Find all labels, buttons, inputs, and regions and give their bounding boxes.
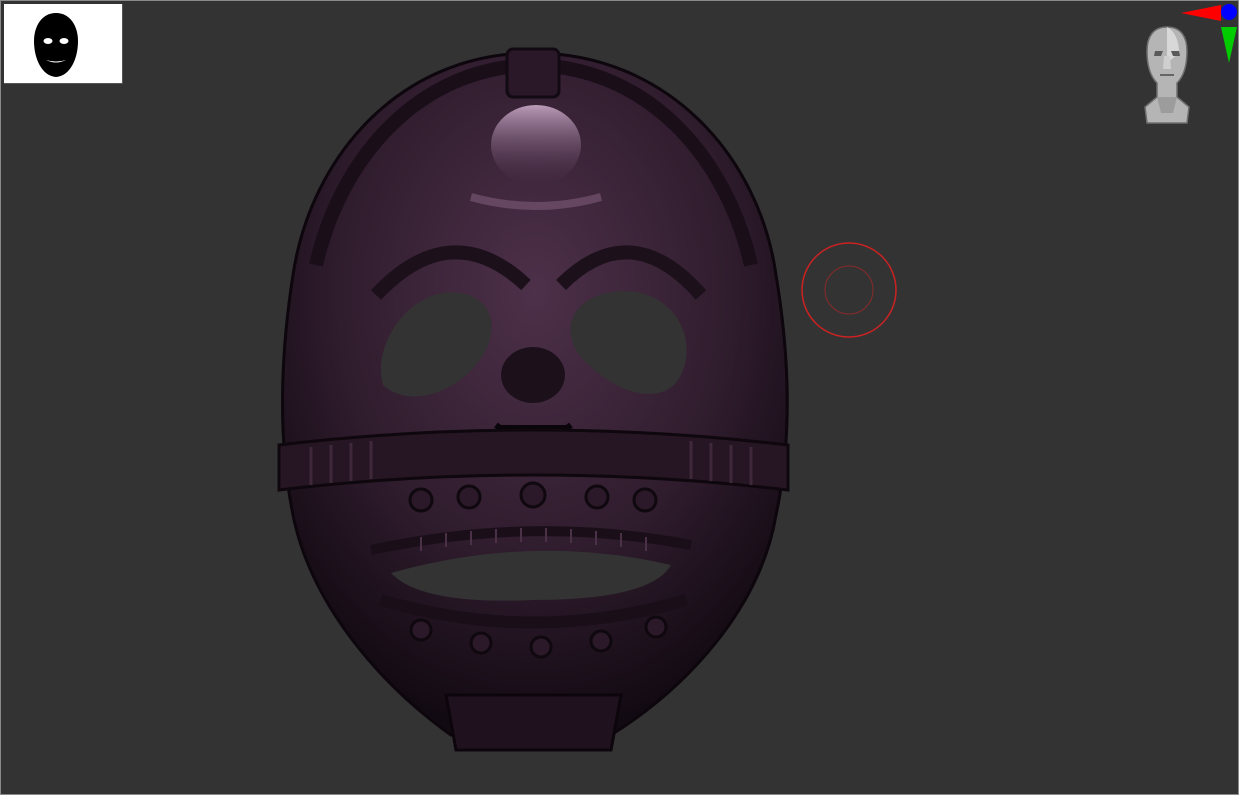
mask-silhouette-icon [4, 4, 122, 83]
brush-cursor [800, 241, 898, 339]
mask-model[interactable] [271, 45, 796, 761]
axis-gizmo-icon [1181, 4, 1237, 63]
mask-icon [277, 47, 790, 752]
axis-gizmo [1177, 1, 1237, 65]
3d-viewport[interactable] [0, 0, 1239, 795]
thumbnail-preview [4, 4, 123, 84]
brush-circle-icon [801, 242, 897, 338]
